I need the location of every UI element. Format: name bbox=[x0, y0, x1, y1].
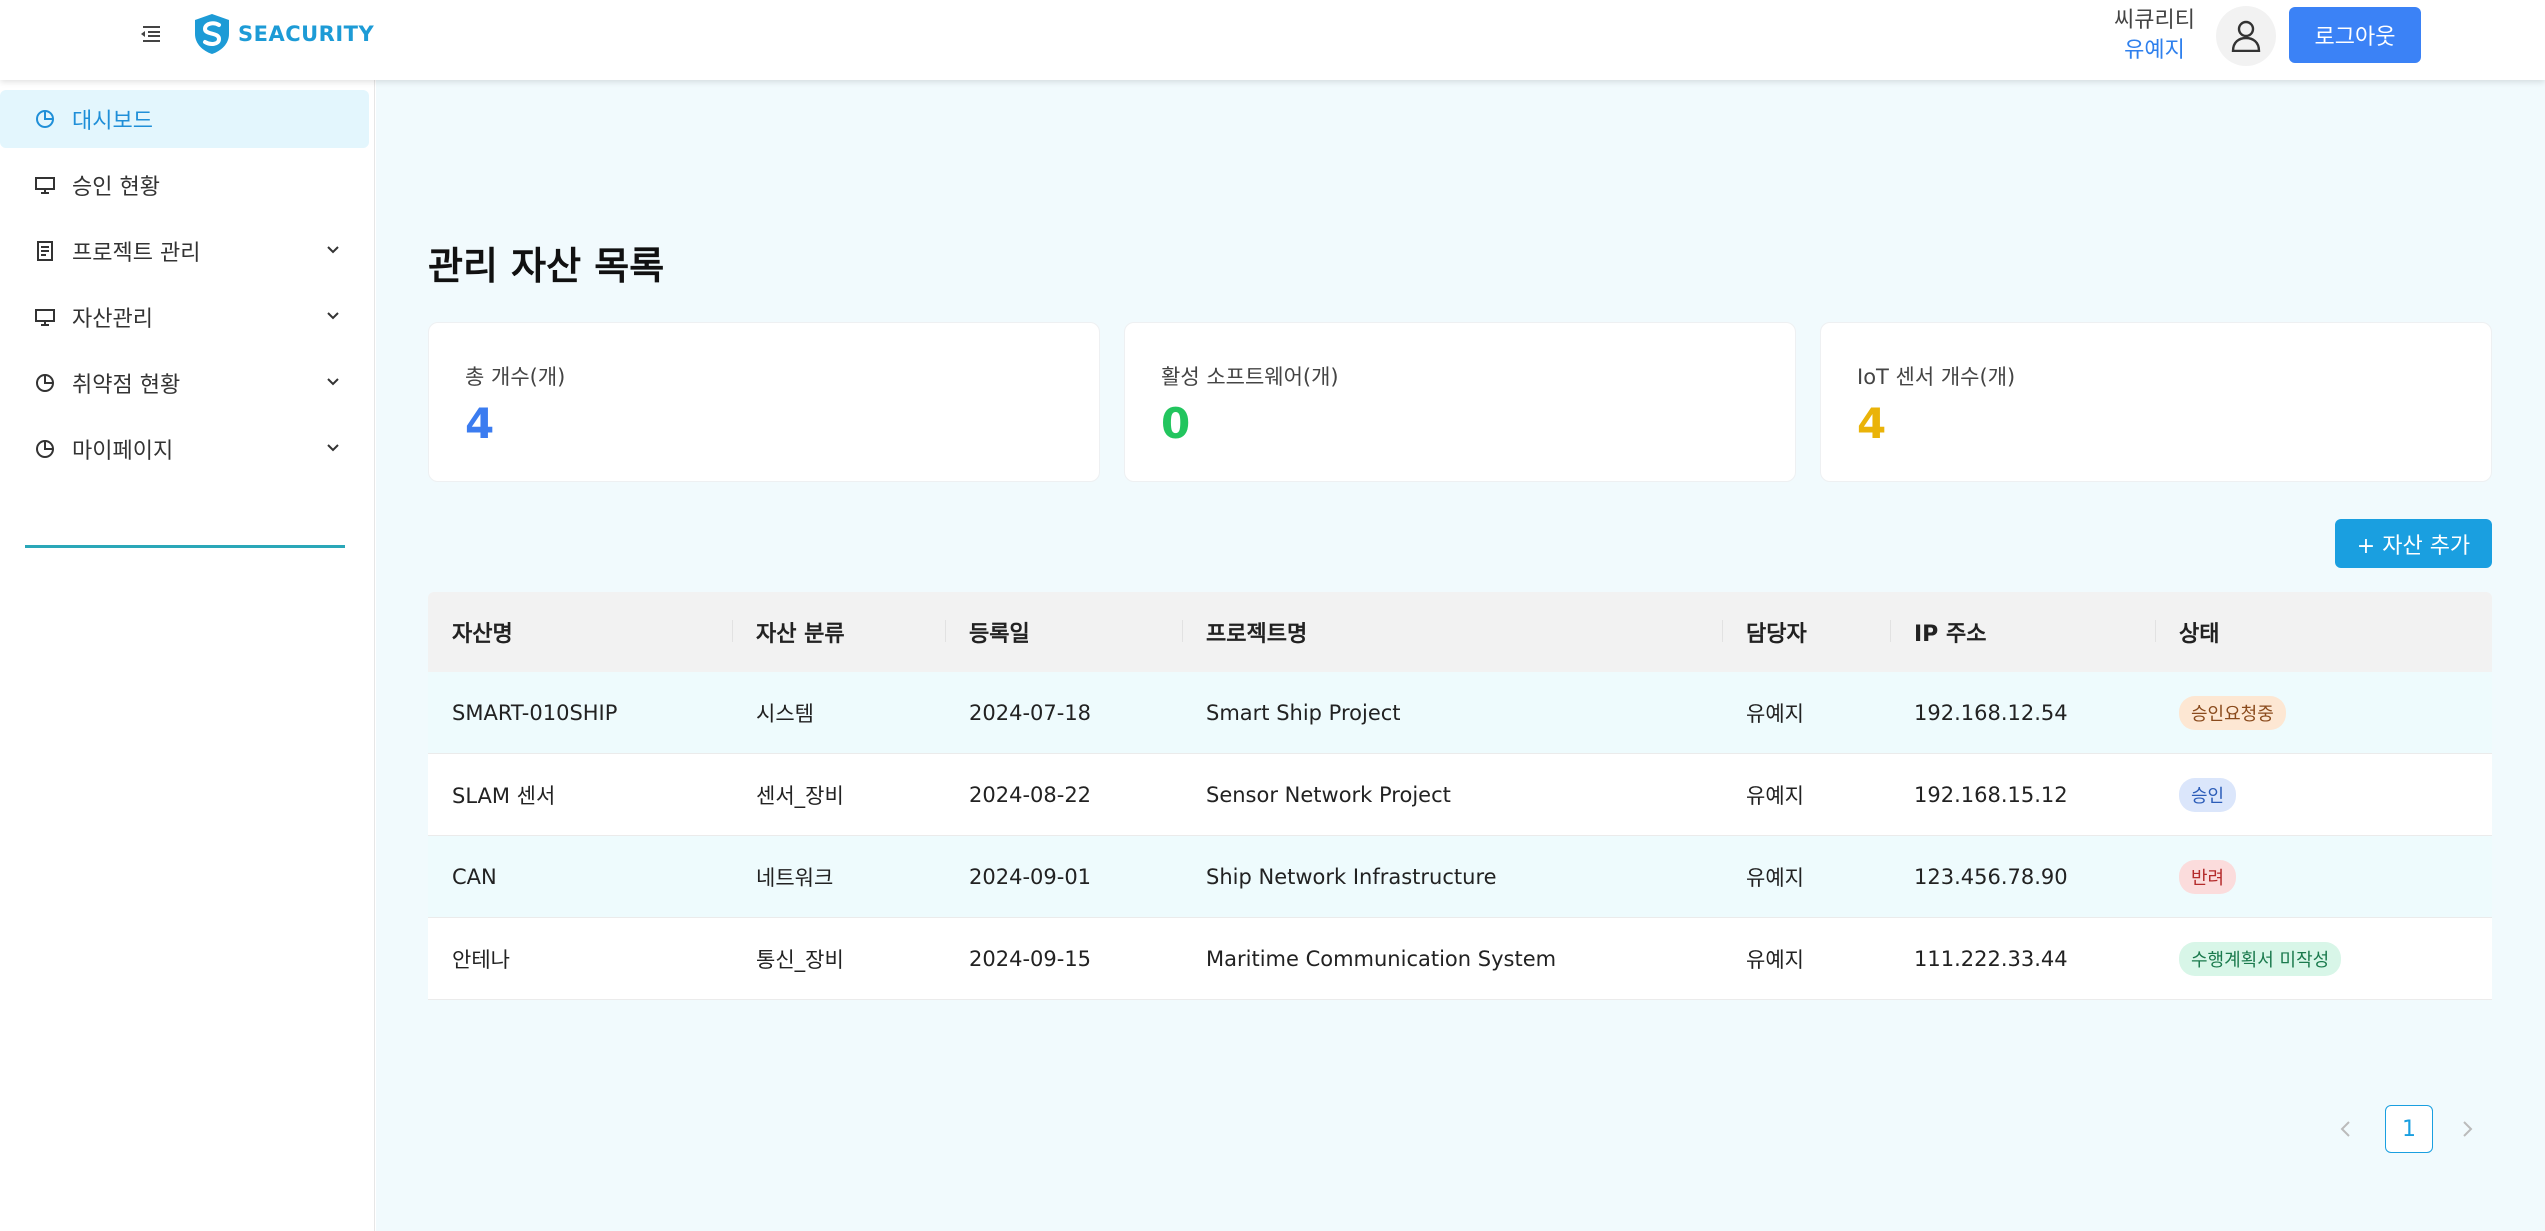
column-header[interactable]: 자산명 bbox=[428, 616, 732, 648]
page-title: 관리 자산 목록 bbox=[428, 244, 665, 288]
sidebar-item-label: 프로젝트 관리 bbox=[72, 241, 201, 266]
project-name-cell: Sensor Network Project bbox=[1206, 782, 1451, 807]
top-header: SEACURITY 씨큐리티 유예지 로그아웃 bbox=[0, 0, 2545, 80]
table-row[interactable]: SLAM 센서 센서_장비 2024-08-22 Sensor Network … bbox=[428, 754, 2492, 836]
card-value: 0 bbox=[1161, 399, 1191, 448]
asset-table: 자산명 자산 분류 등록일 프로젝트명 담당자 IP 주소 상태 SMART-0… bbox=[428, 592, 2492, 1000]
table-row[interactable]: 안테나 통신_장비 2024-09-15 Maritime Communicat… bbox=[428, 918, 2492, 1000]
chevron-down-icon bbox=[327, 378, 339, 386]
status-badge: 승인 bbox=[2179, 777, 2237, 812]
table-row[interactable]: CAN 네트워크 2024-09-01 Ship Network Infrast… bbox=[428, 836, 2492, 918]
column-header[interactable]: IP 주소 bbox=[1890, 616, 2155, 648]
sidebar-item-label: 자산관리 bbox=[72, 307, 153, 332]
status-cell: 승인 bbox=[2155, 777, 2492, 812]
logout-button[interactable]: 로그아웃 bbox=[2289, 7, 2421, 63]
card-label: 총 개수(개) bbox=[465, 365, 566, 389]
card-value: 4 bbox=[465, 399, 495, 448]
registered-date-cell: 2024-08-22 bbox=[969, 782, 1092, 807]
project-name-cell: Ship Network Infrastructure bbox=[1206, 864, 1497, 889]
status-cell: 승인요청중 bbox=[2155, 695, 2492, 730]
logo-text: SEACURITY bbox=[238, 22, 375, 46]
column-header[interactable]: 등록일 bbox=[945, 616, 1182, 648]
menu-collapse-icon[interactable] bbox=[136, 20, 164, 48]
user-info: 씨큐리티 유예지 bbox=[2114, 6, 2195, 66]
user-icon bbox=[2231, 20, 2261, 52]
sidebar-item-vulnerability-status[interactable]: 취약점 현황 bbox=[0, 354, 369, 412]
project-name-cell: Smart Ship Project bbox=[1206, 700, 1401, 725]
sidebar-item-my-page[interactable]: 마이페이지 bbox=[0, 420, 369, 478]
registered-date-cell: 2024-09-01 bbox=[969, 864, 1092, 889]
sidebar-item-dashboard[interactable]: 대시보드 bbox=[0, 90, 369, 148]
chevron-down-icon bbox=[327, 444, 339, 452]
sidebar-item-asset-management[interactable]: 자산관리 bbox=[0, 288, 369, 346]
sidebar-item-label: 승인 현황 bbox=[72, 175, 160, 200]
owner-cell: 유예지 bbox=[1746, 865, 1804, 890]
document-icon bbox=[34, 240, 56, 262]
sidebar: 대시보드 승인 현황 프로젝트 관리 자산관리 취약점 현황 마이페이지 bbox=[0, 80, 375, 1231]
owner-cell: 유예지 bbox=[1746, 947, 1804, 972]
chevron-right-icon[interactable] bbox=[2455, 1117, 2479, 1141]
asset-name-cell: CAN bbox=[452, 864, 497, 889]
shield-logo-icon bbox=[195, 14, 229, 54]
ip-address-cell: 123.456.78.90 bbox=[1914, 864, 2068, 889]
card-value: 4 bbox=[1857, 399, 1887, 448]
asset-category-cell: 통신_장비 bbox=[756, 947, 844, 972]
ip-address-cell: 192.168.15.12 bbox=[1914, 782, 2068, 807]
registered-date-cell: 2024-09-15 bbox=[969, 946, 1092, 971]
monitor-icon bbox=[34, 174, 56, 196]
active-software-card: 활성 소프트웨어(개) 0 bbox=[1124, 322, 1796, 482]
chevron-down-icon bbox=[327, 312, 339, 320]
column-header[interactable]: 상태 bbox=[2155, 616, 2492, 648]
column-header[interactable]: 자산 분류 bbox=[732, 616, 945, 648]
user-organization: 씨큐리티 bbox=[2114, 8, 2195, 33]
sidebar-item-approval-status[interactable]: 승인 현황 bbox=[0, 156, 369, 214]
logo[interactable]: SEACURITY bbox=[192, 12, 374, 56]
pie-chart-icon bbox=[34, 108, 56, 130]
user-name[interactable]: 유예지 bbox=[2114, 36, 2195, 66]
column-header[interactable]: 프로젝트명 bbox=[1182, 616, 1722, 648]
asset-name-cell: SLAM 센서 bbox=[452, 783, 556, 808]
card-label: 활성 소프트웨어(개) bbox=[1161, 365, 1339, 389]
iot-sensor-card: IoT 센서 개수(개) 4 bbox=[1820, 322, 2492, 482]
sidebar-item-project-management[interactable]: 프로젝트 관리 bbox=[0, 222, 369, 280]
status-cell: 반려 bbox=[2155, 859, 2492, 894]
asset-name-cell: 안테나 bbox=[452, 947, 510, 972]
avatar[interactable] bbox=[2216, 6, 2276, 66]
status-badge: 승인요청중 bbox=[2179, 695, 2286, 730]
add-asset-button[interactable]: + 자산 추가 bbox=[2335, 519, 2492, 568]
table-row[interactable]: SMART-010SHIP 시스템 2024-07-18 Smart Ship … bbox=[428, 672, 2492, 754]
asset-category-cell: 센서_장비 bbox=[756, 783, 844, 808]
sidebar-item-label: 대시보드 bbox=[72, 109, 153, 134]
sidebar-item-label: 취약점 현황 bbox=[72, 373, 181, 398]
owner-cell: 유예지 bbox=[1746, 701, 1804, 726]
owner-cell: 유예지 bbox=[1746, 783, 1804, 808]
main-content: 관리 자산 목록 총 개수(개) 4 활성 소프트웨어(개) 0 IoT 센서 … bbox=[376, 80, 2545, 1231]
sidebar-divider bbox=[25, 545, 345, 548]
table-header: 자산명 자산 분류 등록일 프로젝트명 담당자 IP 주소 상태 bbox=[428, 592, 2492, 672]
registered-date-cell: 2024-07-18 bbox=[969, 700, 1092, 725]
status-cell: 수행계획서 미작성 bbox=[2155, 941, 2492, 976]
pie-chart-icon bbox=[34, 438, 56, 460]
asset-name-cell: SMART-010SHIP bbox=[452, 700, 618, 725]
monitor-icon bbox=[34, 306, 56, 328]
status-badge: 반려 bbox=[2179, 859, 2237, 894]
ip-address-cell: 111.222.33.44 bbox=[1914, 946, 2068, 971]
status-badge: 수행계획서 미작성 bbox=[2179, 941, 2342, 976]
sidebar-item-label: 마이페이지 bbox=[72, 439, 174, 464]
ip-address-cell: 192.168.12.54 bbox=[1914, 700, 2068, 725]
column-header[interactable]: 담당자 bbox=[1722, 616, 1890, 648]
card-label: IoT 센서 개수(개) bbox=[1857, 365, 2016, 389]
asset-category-cell: 시스템 bbox=[756, 701, 814, 726]
pie-chart-icon bbox=[34, 372, 56, 394]
asset-category-cell: 네트워크 bbox=[756, 865, 834, 890]
chevron-left-icon[interactable] bbox=[2334, 1117, 2358, 1141]
total-count-card: 총 개수(개) 4 bbox=[428, 322, 1100, 482]
page-number-button[interactable]: 1 bbox=[2385, 1105, 2433, 1153]
project-name-cell: Maritime Communication System bbox=[1206, 946, 1557, 971]
chevron-down-icon bbox=[327, 246, 339, 254]
